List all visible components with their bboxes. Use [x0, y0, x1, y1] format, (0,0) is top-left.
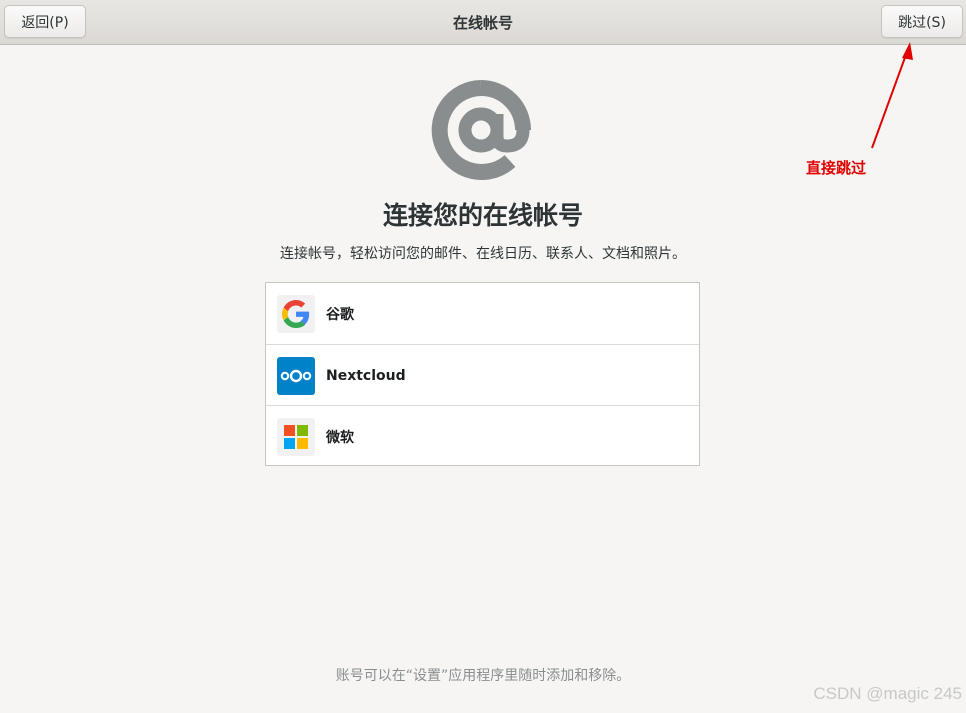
annotation-label: 直接跳过 [806, 159, 867, 177]
provider-list: 谷歌 Nextcloud 微软 [265, 282, 700, 466]
provider-row-google[interactable]: 谷歌 [266, 283, 699, 344]
footer-note: 账号可以在“设置”应用程序里随时添加和移除。 [335, 668, 631, 684]
provider-row-nextcloud[interactable]: Nextcloud [266, 344, 699, 406]
back-button[interactable]: 返回(P) [4, 5, 86, 38]
provider-label: Nextcloud [326, 367, 406, 384]
skip-button[interactable]: 跳过(S) [881, 5, 963, 38]
provider-row-microsoft[interactable]: 微软 [266, 405, 699, 467]
google-icon [277, 294, 315, 333]
nextcloud-icon [277, 356, 315, 395]
window-title: 在线帐号 [452, 14, 513, 32]
page-subtitle: 连接帐号，轻松访问您的邮件、在线日历、联系人、文档和照片。 [280, 246, 686, 262]
provider-label: 谷歌 [326, 306, 354, 323]
microsoft-icon [277, 417, 315, 456]
page-title: 连接您的在线帐号 [382, 201, 583, 230]
header-bar: 返回(P) 在线帐号 跳过(S) [0, 0, 966, 45]
watermark: CSDN @magic 245 [813, 684, 962, 703]
provider-label: 微软 [326, 429, 354, 446]
at-sign-icon [431, 80, 531, 180]
